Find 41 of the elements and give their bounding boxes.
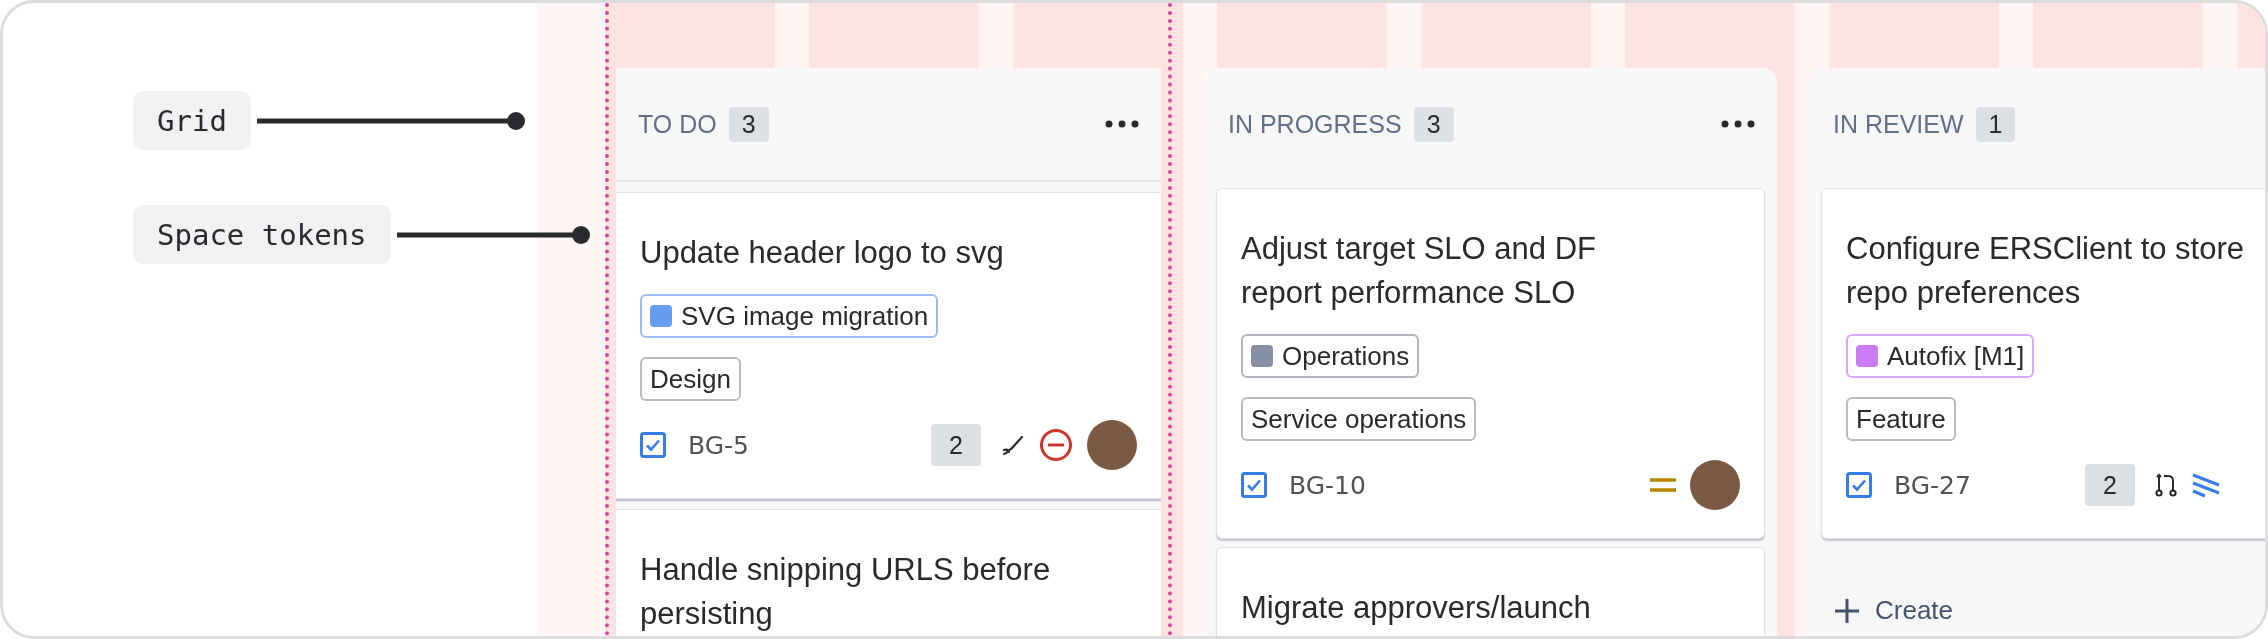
column-title: IN PROGRESS <box>1228 109 1402 139</box>
column-title: IN REVIEW <box>1833 109 1964 139</box>
tag-text: Operations <box>1282 340 1410 372</box>
issue-count: 3 <box>728 106 769 142</box>
estimate-count: 2 <box>2085 464 2135 506</box>
more-icon[interactable] <box>1105 120 1139 128</box>
card-title: Migrate approvers/launch <box>1241 589 1592 627</box>
issue-card[interactable]: Configure ERSClient to store repo preferences Autofix [M1] Feature BG-27 2 <box>1821 188 2265 539</box>
git-branch-icon <box>2155 472 2177 498</box>
issue-card[interactable]: Migrate approvers/launch <box>1216 547 1765 636</box>
issue-key: BG-10 <box>1289 470 1366 500</box>
tag-text: Feature <box>1856 403 1946 435</box>
issue-card[interactable]: Adjust target SLO and DF report performance SLO Operations Service operations BG-10 <box>1216 188 1765 539</box>
issue-key: BG-27 <box>1894 470 1971 500</box>
plus-icon <box>1833 596 1861 625</box>
tag-text: Design <box>650 363 731 395</box>
equals-icon <box>1650 477 1676 493</box>
card-title: Configure ERSClient to store repo preferences <box>1846 230 2246 312</box>
create-button[interactable]: Create <box>1821 591 1966 630</box>
annotation-label: Space tokens <box>133 205 391 264</box>
issue-count: 3 <box>1413 106 1454 142</box>
column-title: TO DO <box>638 109 717 139</box>
annotation-label: Grid <box>133 91 251 150</box>
card-title: Update header logo to svg <box>640 234 1005 272</box>
brush-icon <box>1001 433 1025 457</box>
issue-count: 1 <box>1975 106 2016 142</box>
issue-card[interactable]: Handle snipping URLS before persisting <box>616 509 1161 636</box>
minus-circle-icon <box>1039 428 1073 462</box>
checkbox-icon <box>1846 472 1872 498</box>
issue-key: BG-5 <box>688 430 749 460</box>
tag-text: Autofix [M1] <box>1887 340 2025 372</box>
checkbox-icon <box>1241 472 1267 498</box>
more-icon[interactable] <box>1721 120 1755 128</box>
tag-text: SVG image migration <box>681 300 929 332</box>
estimate-count: 2 <box>931 424 981 466</box>
issue-card[interactable]: Update header logo to svg SVG image migration Design BG-5 2 <box>616 192 1161 499</box>
tag-text: Service operations <box>1251 403 1467 435</box>
checkbox-icon <box>640 432 666 458</box>
card-title: Handle snipping URLS before persisting <box>640 551 1052 633</box>
stripes-icon <box>2191 471 2221 499</box>
card-title: Adjust target SLO and DF report performance SLO <box>1241 230 1597 312</box>
